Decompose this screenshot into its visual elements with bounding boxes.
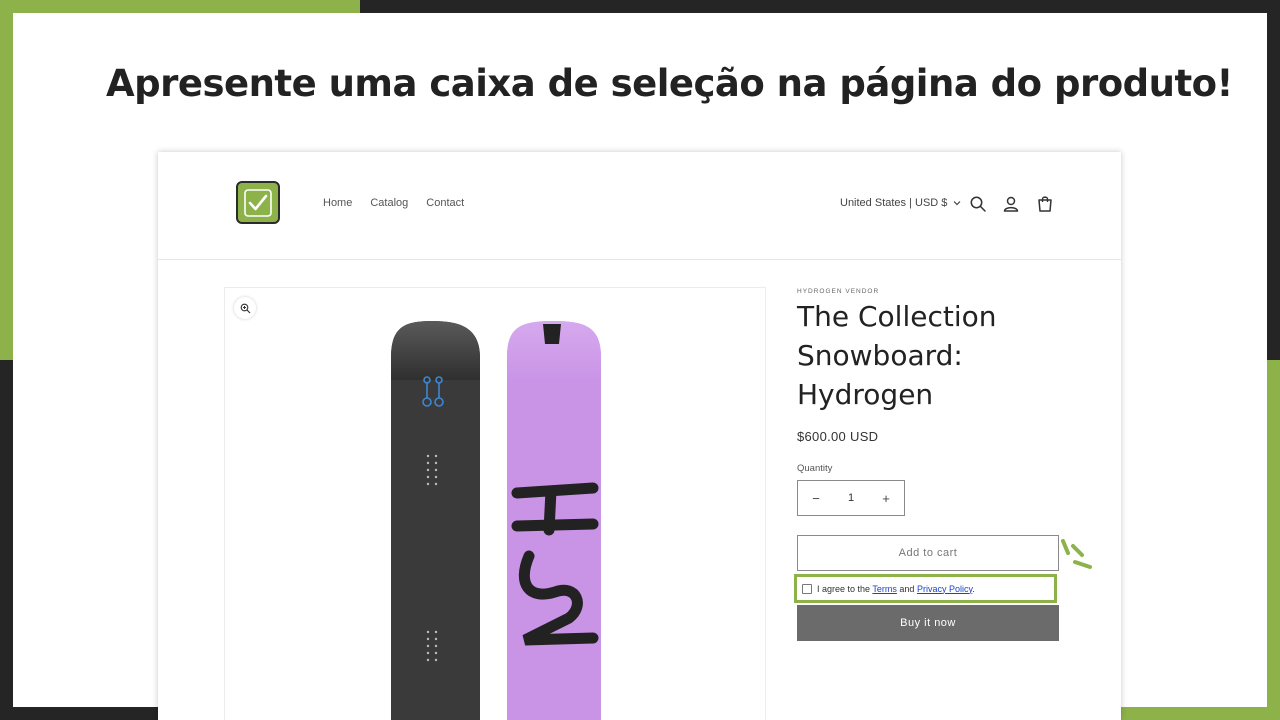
nav-contact[interactable]: Contact — [426, 197, 464, 209]
search-icon[interactable] — [969, 195, 987, 213]
store-screenshot: Home Catalog Contact United States | USD… — [158, 152, 1121, 720]
account-icon[interactable] — [1002, 195, 1020, 213]
dark-board-tip — [391, 321, 480, 380]
quantity-input[interactable]: 1 — [834, 492, 868, 504]
agree-and: and — [899, 583, 915, 594]
nav-catalog[interactable]: Catalog — [370, 197, 408, 209]
agree-prefix: I agree to the — [817, 583, 871, 594]
product-title: The Collection Snowboard: Hydrogen — [797, 300, 997, 411]
privacy-policy-link[interactable]: Privacy Policy — [917, 584, 972, 594]
snowboard-image — [391, 321, 601, 720]
product-vendor: HYDROGEN VENDOR — [797, 288, 880, 295]
terms-link[interactable]: Terms — [872, 584, 897, 594]
check-icon — [244, 189, 272, 217]
terms-checkbox[interactable] — [802, 583, 812, 594]
add-to-cart-button[interactable]: Add to cart — [797, 535, 1059, 571]
terms-agreement-text: I agree to the Terms and Privacy Policy. — [817, 584, 975, 594]
product-price: $600.00 USD — [797, 429, 879, 444]
locale-selector[interactable]: United States | USD $ — [840, 197, 961, 209]
nav-home[interactable]: Home — [323, 197, 352, 209]
highlight-spark-icon — [1061, 539, 1092, 569]
store-logo[interactable] — [236, 181, 280, 224]
slide-headline: Apresente uma caixa de seleção na página… — [106, 62, 1233, 105]
header-divider — [158, 259, 1121, 260]
chevron-down-icon — [953, 201, 961, 206]
agree-suffix: . — [972, 583, 975, 594]
quantity-decrease-button[interactable]: − — [798, 491, 834, 506]
quantity-stepper: − 1 + — [797, 480, 905, 516]
purple-board-logo — [543, 324, 561, 344]
buy-it-now-button[interactable]: Buy it now — [797, 605, 1059, 641]
main-nav: Home Catalog Contact — [323, 197, 464, 209]
locale-label: United States | USD $ — [840, 197, 948, 209]
product-media — [224, 287, 766, 720]
quantity-label: Quantity — [797, 463, 833, 474]
quantity-increase-button[interactable]: + — [868, 491, 904, 506]
cart-icon[interactable] — [1036, 195, 1054, 213]
terms-agreement-box: I agree to the Terms and Privacy Policy. — [794, 574, 1057, 603]
